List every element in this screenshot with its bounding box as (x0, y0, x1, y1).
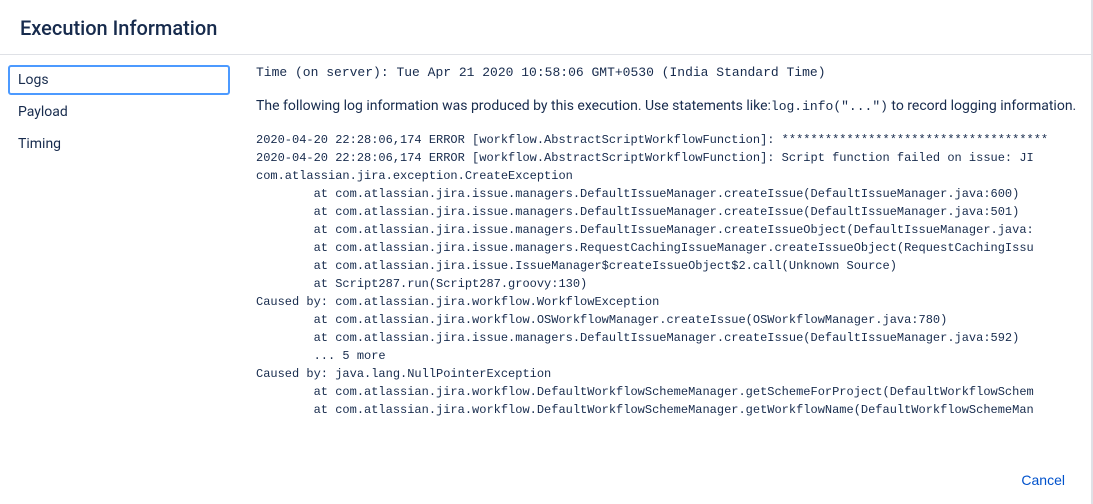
dialog-body: Logs Payload Timing Time (on server): Tu… (0, 55, 1091, 456)
execution-info-dialog: Execution Information Logs Payload Timin… (0, 0, 1093, 504)
tab-label: Timing (18, 136, 61, 152)
log-output: 2020-04-20 22:28:06,174 ERROR [workflow.… (256, 131, 1079, 423)
time-prefix: Time (on server): (256, 65, 396, 80)
dialog-title: Execution Information (20, 16, 1071, 40)
time-value: Tue Apr 21 2020 10:58:06 GMT+0530 (India… (396, 65, 825, 80)
server-time-line: Time (on server): Tue Apr 21 2020 10:58:… (256, 65, 1079, 80)
log-intro: The following log information was produc… (256, 96, 1079, 117)
cancel-button[interactable]: Cancel (1013, 466, 1073, 494)
intro-text-2: to record logging information. (888, 98, 1076, 114)
intro-code: log.info("...") (771, 99, 888, 114)
tab-payload[interactable]: Payload (8, 97, 230, 127)
tab-logs[interactable]: Logs (8, 65, 230, 95)
dialog-footer: Cancel (0, 456, 1091, 504)
dialog-header: Execution Information (0, 0, 1091, 54)
sidebar: Logs Payload Timing (0, 65, 240, 456)
content-inner: Time (on server): Tue Apr 21 2020 10:58:… (256, 65, 1083, 423)
tab-timing[interactable]: Timing (8, 129, 230, 159)
tab-label: Logs (18, 72, 49, 88)
tab-label: Payload (18, 104, 68, 120)
intro-text-1: The following log information was produc… (256, 98, 771, 114)
content-panel[interactable]: Time (on server): Tue Apr 21 2020 10:58:… (240, 65, 1091, 456)
